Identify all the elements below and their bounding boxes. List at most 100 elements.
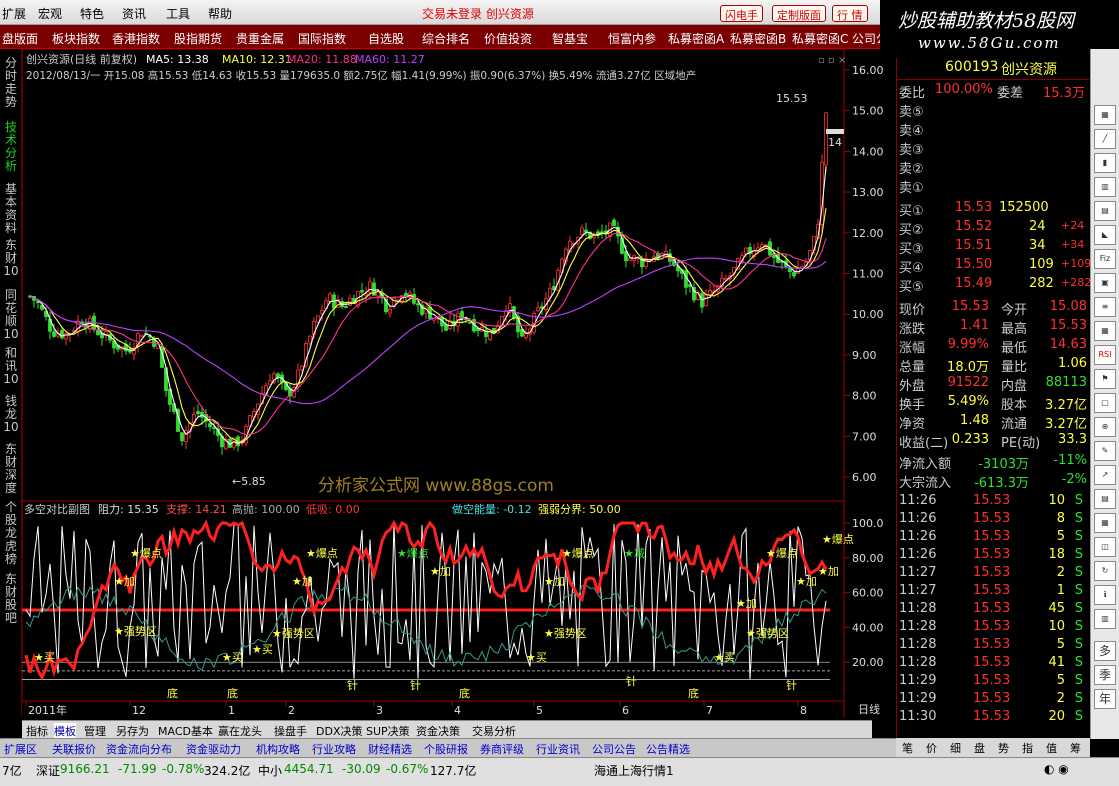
tab-manage[interactable]: 管理 xyxy=(84,723,106,739)
tab-trader[interactable]: 操盘手 xyxy=(274,723,307,739)
tab-ths-f10[interactable]: 同花顺10 xyxy=(2,289,20,341)
quote-button[interactable]: 行 情 xyxy=(832,5,868,22)
tab-announcement-pick[interactable]: 公告精选 xyxy=(646,741,690,757)
tab-finance-pick[interactable]: 财经精选 xyxy=(368,741,412,757)
tab-value[interactable]: 值 xyxy=(1046,740,1057,756)
menu-special[interactable]: 特色 xyxy=(80,5,104,22)
tool-grid-icon[interactable]: ▦ xyxy=(1094,105,1116,125)
tool-table-icon[interactable]: ▦ xyxy=(1094,321,1116,341)
sz-label[interactable]: 深证 xyxy=(36,762,60,779)
nav-item-private-b[interactable]: 私募密函B xyxy=(730,30,786,47)
status-tray-icon[interactable]: ◐ ◉ xyxy=(1044,762,1069,776)
nav-item-insider[interactable]: 恒富内参 xyxy=(608,30,656,47)
tool-rsi-icon[interactable]: RSI xyxy=(1094,345,1116,365)
tool-book-icon[interactable]: ▥ xyxy=(1094,609,1116,629)
tool-box-icon[interactable]: ▢ xyxy=(1094,393,1116,413)
nav-item-watchlist[interactable]: 自选股 xyxy=(368,30,404,47)
tab-fund-flow[interactable]: 资金流向分布 xyxy=(106,741,172,757)
menu-tools[interactable]: 工具 xyxy=(166,5,190,22)
tab-ticks[interactable]: 笔 xyxy=(902,740,913,756)
tab-indicator[interactable]: 指标 xyxy=(26,723,48,739)
tab-announcement[interactable]: 公司公告 xyxy=(592,741,636,757)
tab-technical[interactable]: 技术分析 xyxy=(2,121,20,173)
tab-fund-decision[interactable]: 资金决策 xyxy=(416,723,460,739)
tab-dragon-head[interactable]: 赢在龙头 xyxy=(218,723,262,739)
tab-inst-strategy[interactable]: 机构攻略 xyxy=(256,741,300,757)
tab-related-quote[interactable]: 关联报价 xyxy=(52,741,96,757)
tab-broker-rating[interactable]: 券商评级 xyxy=(480,741,524,757)
tool-window-icon[interactable]: ▣ xyxy=(1094,273,1116,293)
tab-trend[interactable]: 势 xyxy=(998,740,1009,756)
flash-trade-button[interactable]: 闪电手 xyxy=(720,5,763,22)
tab-eastmoney-depth[interactable]: 东财深度 xyxy=(2,443,20,495)
tab-ind-news[interactable]: 行业资讯 xyxy=(536,741,580,757)
custom-layout-button[interactable]: 定制版面 xyxy=(772,5,826,22)
tab-hexun-f10[interactable]: 和讯10 xyxy=(2,347,20,386)
tab-eastmoney-f10[interactable]: 东财10 xyxy=(2,239,20,278)
tool-split-icon[interactable]: ◫ xyxy=(1094,537,1116,557)
nav-item-fund[interactable]: 智基宝 xyxy=(552,30,588,47)
tab-guba[interactable]: 东财股吧 xyxy=(2,573,20,625)
menu-news[interactable]: 资讯 xyxy=(122,5,146,22)
period-label[interactable]: 日线 xyxy=(858,702,880,716)
nav-item-futures[interactable]: 股指期货 xyxy=(174,30,222,47)
tool-chart-icon[interactable]: ▤ xyxy=(1094,201,1116,221)
stat-label: 净资 xyxy=(899,417,926,432)
tab-fundamentals[interactable]: 基本资料 xyxy=(2,183,20,235)
tab-dragon-tiger[interactable]: 个股龙虎榜 xyxy=(2,501,20,566)
tab-save-as[interactable]: 另存为 xyxy=(116,723,149,739)
tool-refresh-icon[interactable]: ↻ xyxy=(1094,561,1116,581)
tool-trend-icon[interactable]: ◣ xyxy=(1094,225,1116,245)
tool-zoom-icon[interactable]: ⊕ xyxy=(1094,417,1116,437)
tool-arrow-icon[interactable]: ↗ xyxy=(1094,465,1116,485)
tab-stock-research[interactable]: 个股研报 xyxy=(424,741,468,757)
tab-plate[interactable]: 盘 xyxy=(974,740,985,756)
tool-many-icon[interactable]: 多 xyxy=(1094,641,1116,661)
nav-item-value[interactable]: 价值投资 xyxy=(484,30,532,47)
tab-qianlong-f10[interactable]: 钱龙10 xyxy=(2,395,20,434)
tab-template[interactable]: 模板 xyxy=(54,723,76,739)
tool-line-icon[interactable]: ╱ xyxy=(1094,129,1116,149)
tab-fund-drive[interactable]: 资金驱动力 xyxy=(186,741,241,757)
tool-list-icon[interactable]: ≡ xyxy=(1094,297,1116,317)
tool-stack-icon[interactable]: ▤ xyxy=(1094,489,1116,509)
stat-label: 涨幅 xyxy=(899,341,926,356)
chart-area[interactable]: 16.00 15.00 14.00 13.00 12.00 11.00 10.00 9.00 8… xyxy=(21,48,898,717)
tab-price[interactable]: 价 xyxy=(926,740,937,756)
tool-pen-icon[interactable]: ✎ xyxy=(1094,441,1116,461)
chart-window-controls-icon[interactable]: ▫ ▫ × xyxy=(818,55,846,66)
menu-extend[interactable]: 扩展 xyxy=(2,5,26,22)
tool-info-icon[interactable]: ℹ xyxy=(1094,585,1116,605)
tool-fiz-icon[interactable]: Fiz xyxy=(1094,249,1116,269)
nav-item-private-a[interactable]: 私募密函A xyxy=(668,30,724,47)
nav-item-sector[interactable]: 板块指数 xyxy=(52,30,100,47)
tool-cal-icon[interactable]: ▦ xyxy=(1094,513,1116,533)
tab-trade-analysis[interactable]: 交易分析 xyxy=(472,723,516,739)
nav-item-private-c[interactable]: 私募密函C xyxy=(792,30,848,47)
kline-chart-svg[interactable]: 16.0015.0014.0013.0012.0011.0010.009.008… xyxy=(21,48,898,717)
nav-item-ranking[interactable]: 综合排名 xyxy=(422,30,470,47)
nav-item-panel[interactable]: 盘版面 xyxy=(2,30,38,47)
nav-item-intl[interactable]: 国际指数 xyxy=(298,30,346,47)
nav-item-hk[interactable]: 香港指数 xyxy=(112,30,160,47)
nav-item-metals[interactable]: 贵重金属 xyxy=(236,30,284,47)
nav-item-company[interactable]: 公司公 xyxy=(852,30,880,47)
tab-intraday[interactable]: 分时走势 xyxy=(2,57,20,109)
tab-ddx[interactable]: DDX决策 xyxy=(316,723,362,739)
tab-detail[interactable]: 细 xyxy=(950,740,961,756)
menu-help[interactable]: 帮助 xyxy=(208,5,232,22)
tab-extend-area[interactable]: 扩展区 xyxy=(4,741,37,757)
signal-annotation: ★强势区 xyxy=(114,625,157,638)
tab-macd[interactable]: MACD基本 xyxy=(158,723,213,739)
tool-kline-icon[interactable]: ▮ xyxy=(1094,153,1116,173)
menu-macro[interactable]: 宏观 xyxy=(38,5,62,22)
tab-chips[interactable]: 筹 xyxy=(1070,740,1081,756)
tab-sup[interactable]: SUP决策 xyxy=(366,723,410,739)
tool-flag-icon[interactable]: ⚑ xyxy=(1094,369,1116,389)
tab-ind-strategy[interactable]: 行业攻略 xyxy=(312,741,356,757)
tool-year-icon[interactable]: 年 xyxy=(1094,689,1116,709)
tool-season-icon[interactable]: 季 xyxy=(1094,665,1116,685)
tab-index[interactable]: 指 xyxy=(1022,740,1033,756)
zx-label[interactable]: 中小 xyxy=(258,762,282,779)
tool-bars-icon[interactable]: ▥ xyxy=(1094,177,1116,197)
